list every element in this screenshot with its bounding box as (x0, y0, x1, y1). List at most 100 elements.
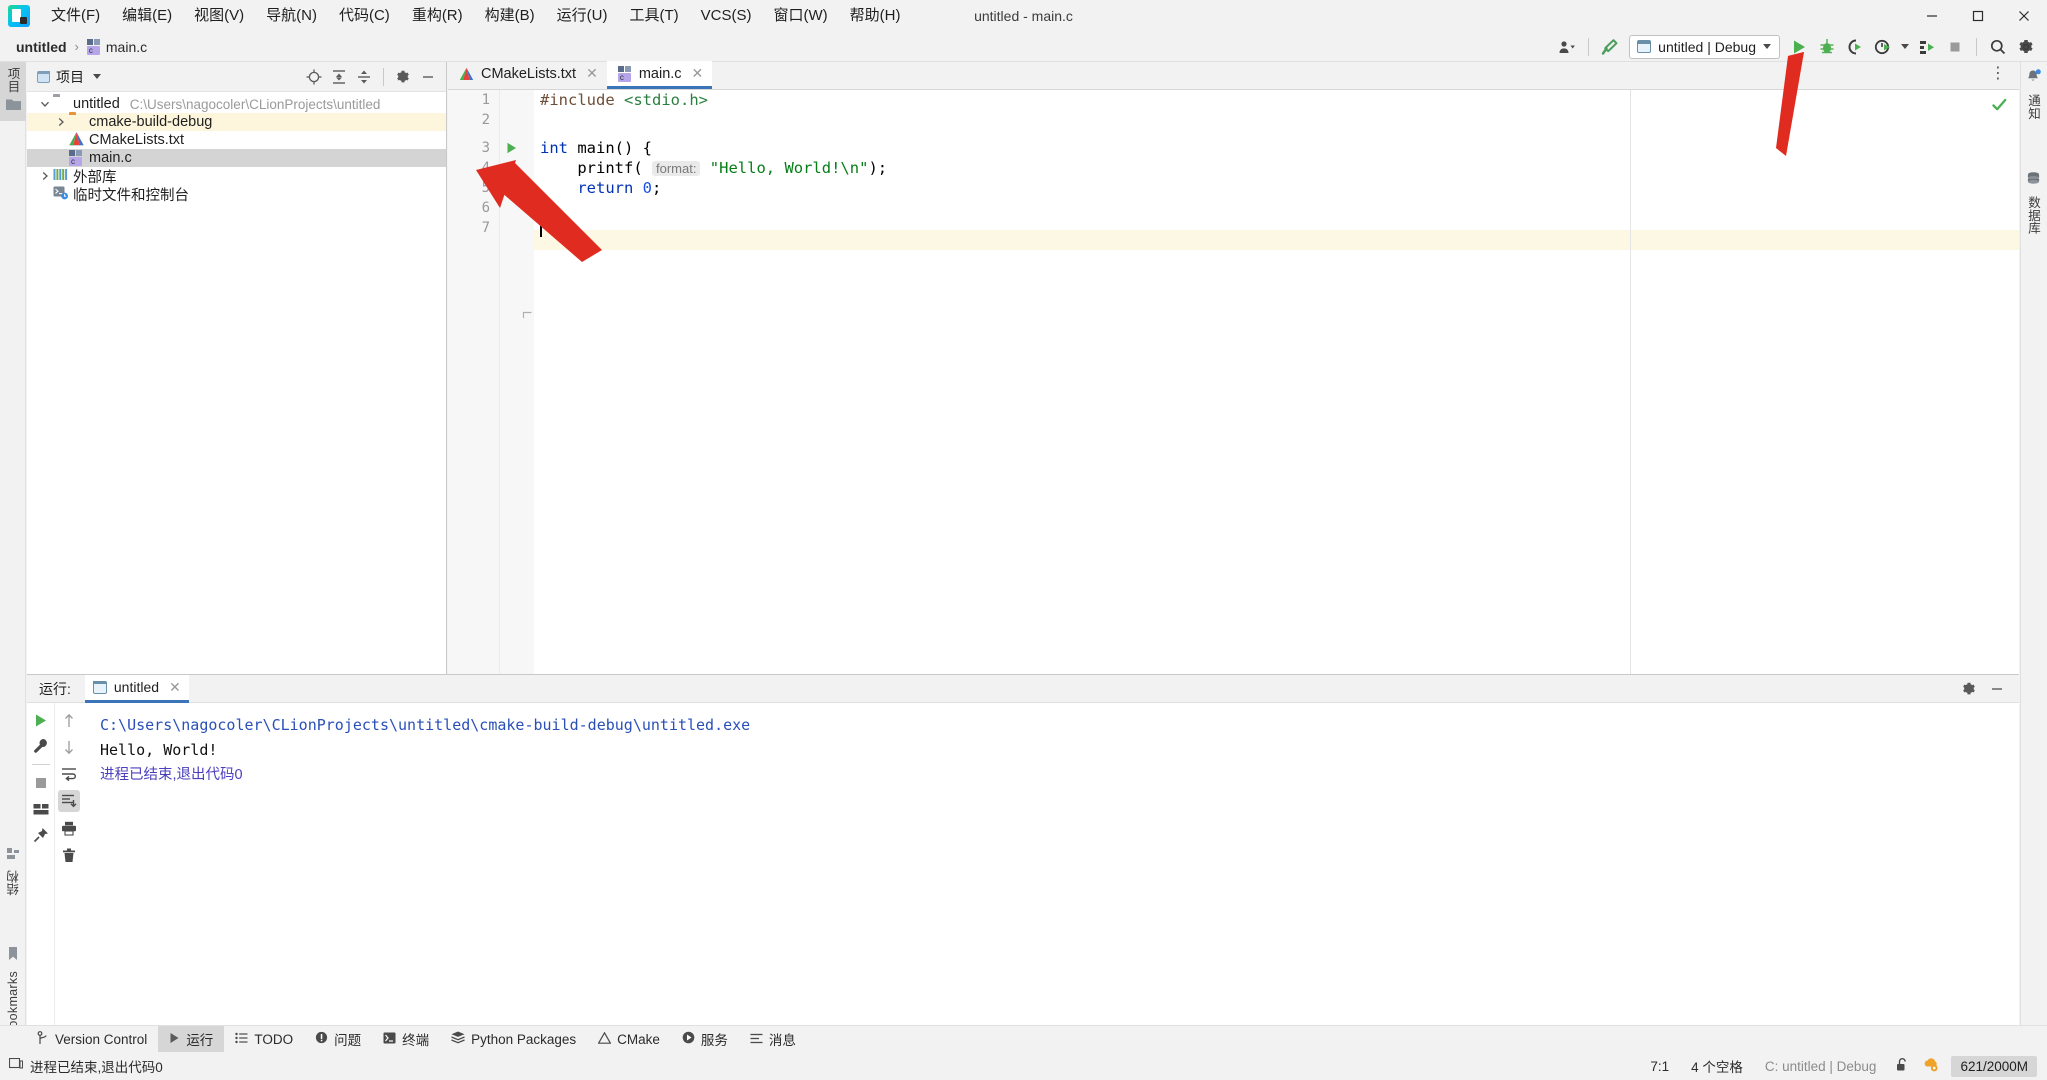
profiler-dropdown-chevron-icon[interactable] (1898, 35, 1912, 59)
hide-minus-icon[interactable] (1985, 677, 2009, 701)
menu-run[interactable]: 运行(U) (546, 3, 619, 29)
clear-all-trash-icon[interactable] (58, 844, 80, 866)
breadcrumb-file[interactable]: c main.c (83, 37, 151, 57)
inspection-ok-check-icon[interactable] (1992, 98, 2007, 117)
tree-node-untitled-label: untitled (73, 96, 120, 112)
c-file-icon: c (87, 39, 101, 55)
user-account-icon[interactable] (1554, 35, 1580, 59)
expand-all-icon[interactable] (327, 65, 351, 89)
chevron-down-icon[interactable] (37, 96, 53, 112)
rerun-run-icon[interactable] (30, 709, 52, 731)
locate-target-icon[interactable] (302, 65, 326, 89)
context-indicator[interactable]: C: untitled | Debug (1754, 1059, 1888, 1074)
tab-main-c[interactable]: c main.c ✕ (607, 61, 712, 89)
caret-position-indicator[interactable]: 7:1 (1639, 1059, 1680, 1074)
divider (1588, 38, 1589, 56)
code-line-5: 5 return 0; (448, 178, 2019, 198)
print-icon[interactable] (58, 817, 80, 839)
settings-gear-icon[interactable] (1957, 677, 1981, 701)
bottom-tool-problems[interactable]: 问题 (304, 1026, 372, 1053)
sidebar-tool-notifications[interactable]: 通知 (2020, 64, 2047, 125)
profiler-button[interactable] (1870, 35, 1896, 59)
pin-icon[interactable] (30, 824, 52, 846)
bottom-tool-cmake[interactable]: CMake (587, 1026, 671, 1053)
bottom-tool-python-packages[interactable]: Python Packages (440, 1026, 587, 1053)
menu-tools[interactable]: 工具(T) (618, 3, 689, 29)
maximize-button[interactable] (1955, 0, 2001, 32)
run-panel-title: 运行: (39, 679, 71, 699)
menu-build[interactable]: 构建(B) (474, 3, 546, 29)
window-controls (1909, 0, 2047, 32)
chevron-down-icon[interactable] (93, 74, 101, 79)
bottom-tool-todo[interactable]: TODO (224, 1026, 304, 1053)
tree-node-main-c[interactable]: c main.c (27, 149, 446, 167)
minimize-button[interactable] (1909, 0, 1955, 32)
settings-gear-icon[interactable] (391, 65, 415, 89)
hide-minus-icon[interactable] (416, 65, 440, 89)
menu-navigate[interactable]: 导航(N) (255, 3, 328, 29)
menu-refactor[interactable]: 重构(R) (401, 3, 474, 29)
soft-wrap-icon[interactable] (58, 763, 80, 785)
run-panel-tab-untitled[interactable]: untitled ✕ (85, 675, 189, 703)
scroll-down-icon[interactable] (58, 736, 80, 758)
build-hammer-icon[interactable] (1597, 35, 1623, 59)
tree-node-cmakelists[interactable]: CMakeLists.txt (27, 131, 446, 149)
memory-indicator[interactable]: 621/2000M (1951, 1056, 2037, 1077)
chevron-right-icon[interactable] (53, 114, 69, 130)
tree-node-external-libraries[interactable]: 外部库 (27, 167, 446, 185)
bottom-tool-messages[interactable]: 消息 (739, 1026, 807, 1053)
scroll-to-end-icon[interactable] (58, 790, 80, 812)
sidebar-tool-database[interactable]: 数据库 (2020, 167, 2047, 239)
settings-gear-icon[interactable] (2013, 35, 2039, 59)
breadcrumb-project[interactable]: untitled (12, 37, 71, 57)
console-output[interactable]: C:\Users\nagocoler\CLionProjects\untitle… (82, 703, 2019, 1025)
menu-window[interactable]: 窗口(W) (762, 3, 838, 29)
tree-node-scratches[interactable]: 临时文件和控制台 (27, 185, 446, 203)
gutter-run-marker-icon[interactable] (504, 138, 518, 158)
bottom-tool-run[interactable]: 运行 (158, 1026, 224, 1053)
tree-node-untitled[interactable]: untitled C:\Users\nagocoler\CLionProject… (27, 95, 446, 113)
sidebar-tool-project[interactable]: 项目 (0, 62, 26, 121)
close-button[interactable] (2001, 0, 2047, 32)
menu-view[interactable]: 视图(V) (183, 3, 255, 29)
collapse-all-icon[interactable] (352, 65, 376, 89)
window-title: untitled - main.c (974, 8, 1073, 24)
tab-cmakelists[interactable]: CMakeLists.txt ✕ (448, 61, 607, 89)
menu-file[interactable]: 文件(F) (40, 3, 111, 29)
menu-code[interactable]: 代码(C) (328, 3, 401, 29)
unlocked-icon[interactable] (1887, 1057, 1917, 1075)
bottom-tool-services[interactable]: 服务 (671, 1026, 739, 1053)
debug-button[interactable] (1814, 35, 1840, 59)
tree-node-cmake-build-debug[interactable]: cmake-build-debug (27, 113, 446, 131)
run-button[interactable] (1786, 35, 1812, 59)
menu-vcs[interactable]: VCS(S) (690, 3, 763, 29)
menu-edit[interactable]: 编辑(E) (111, 3, 183, 29)
settings-wrench-icon[interactable] (30, 735, 52, 757)
clion-ide-window: 文件(F) 编辑(E) 视图(V) 导航(N) 代码(C) 重构(R) 构建(B… (0, 0, 2047, 1080)
indent-indicator[interactable]: 4 个空格 (1680, 1056, 1754, 1076)
scroll-up-icon[interactable] (58, 709, 80, 731)
code-editor[interactable]: 1 #include <stdio.h> 2 3 − int main() { … (448, 90, 2019, 674)
bottom-tool-version-control[interactable]: Version Control (26, 1026, 158, 1053)
bottom-tool-terminal[interactable]: 终端 (372, 1026, 440, 1053)
stop-button[interactable] (1942, 35, 1968, 59)
run-configuration-selector[interactable]: untitled | Debug (1629, 35, 1780, 59)
attach-process-button[interactable] (1842, 35, 1868, 59)
close-icon[interactable]: ✕ (692, 65, 704, 82)
close-icon[interactable]: ✕ (586, 65, 598, 82)
sidebar-tool-structure-label: 结构 (4, 870, 23, 896)
ide-update-icon[interactable] (1917, 1057, 1945, 1075)
menu-help[interactable]: 帮助(H) (839, 3, 912, 29)
layout-icon[interactable] (30, 798, 52, 820)
editor-tabs-overflow-icon[interactable]: ⋮ (1990, 63, 2019, 89)
chevron-right-icon[interactable] (37, 168, 53, 184)
sidebar-tool-structure[interactable]: 结构 (0, 842, 26, 901)
coverage-button[interactable] (1914, 35, 1940, 59)
stop-icon[interactable] (30, 772, 52, 794)
close-icon[interactable]: ✕ (169, 679, 181, 696)
code-fold-end-icon[interactable] (522, 310, 533, 321)
breadcrumb-separator: › (73, 39, 81, 54)
code-line-4: 4 printf( format: "Hello, World!\n"); (448, 158, 2019, 178)
search-everywhere-icon[interactable] (1985, 35, 2011, 59)
bottom-tool-cmake-label: CMake (617, 1032, 660, 1047)
